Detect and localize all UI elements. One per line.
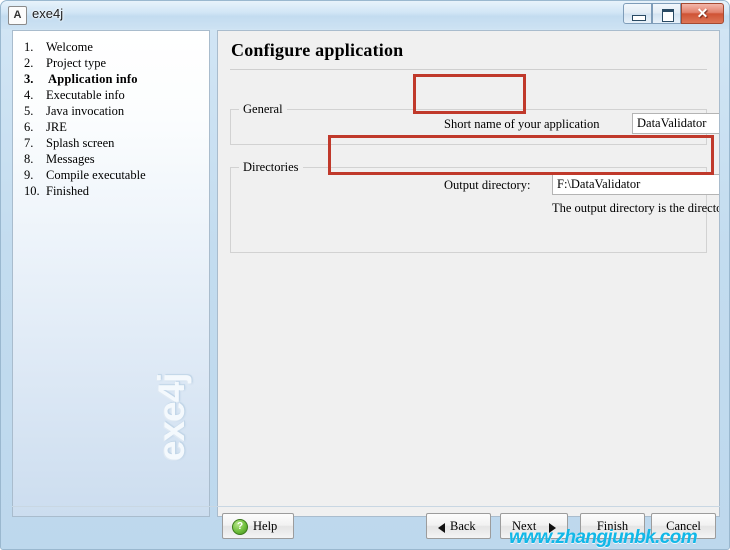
step-label: Splash screen bbox=[46, 136, 115, 150]
sidebar-item-project-type[interactable]: 2. Project type bbox=[24, 55, 204, 71]
output-directory-hint: The output directory is the directory wh… bbox=[552, 201, 719, 215]
help-button-label: Help bbox=[253, 519, 278, 533]
step-number: 8. bbox=[24, 152, 34, 166]
output-directory-input[interactable]: F:\DataValidator bbox=[552, 174, 719, 195]
sidebar-item-welcome[interactable]: 1. Welcome bbox=[24, 39, 204, 55]
maximize-icon bbox=[662, 9, 674, 22]
page-title: Configure application bbox=[231, 40, 404, 60]
step-number: 3. bbox=[24, 72, 34, 86]
step-number: 1. bbox=[24, 40, 34, 54]
maximize-button[interactable] bbox=[652, 3, 681, 24]
window-title: exe4j bbox=[32, 6, 64, 21]
arrow-left-icon bbox=[438, 523, 445, 533]
short-name-label: Short name of your application bbox=[444, 117, 600, 131]
minimize-icon bbox=[632, 15, 646, 21]
title-divider bbox=[230, 69, 707, 70]
help-button[interactable]: ? Help bbox=[222, 513, 294, 539]
step-number: 6. bbox=[24, 120, 34, 134]
step-number: 7. bbox=[24, 136, 34, 150]
sidebar-item-finished[interactable]: 10. Finished bbox=[24, 183, 204, 199]
step-label: Welcome bbox=[46, 40, 93, 54]
buttonbar-divider bbox=[12, 506, 720, 507]
sidebar-item-application-info[interactable]: 3. Application info bbox=[24, 71, 204, 87]
step-number: 5. bbox=[24, 104, 34, 118]
sidebar-item-java-invocation[interactable]: 5. Java invocation bbox=[24, 103, 204, 119]
site-watermark: www.zhangjunbk.com bbox=[509, 527, 698, 548]
output-directory-label: Output directory: bbox=[444, 178, 531, 192]
sidebar-item-splash-screen[interactable]: 7. Splash screen bbox=[24, 135, 204, 151]
step-label: JRE bbox=[46, 120, 67, 134]
exe4j-wizard-window: A exe4j ✕ 1. Welcome 2. Project type 3. … bbox=[0, 0, 730, 550]
step-number: 4. bbox=[24, 88, 34, 102]
step-label: Executable info bbox=[46, 88, 125, 102]
step-label: Finished bbox=[46, 184, 90, 198]
back-button-label: Back bbox=[450, 519, 476, 533]
general-group-label: General bbox=[239, 102, 287, 117]
short-name-input[interactable]: DataValidator bbox=[632, 113, 719, 134]
close-button[interactable]: ✕ bbox=[681, 3, 724, 24]
sidebar-item-jre[interactable]: 6. JRE bbox=[24, 119, 204, 135]
sidebar-item-messages[interactable]: 8. Messages bbox=[24, 151, 204, 167]
step-label: Messages bbox=[46, 152, 95, 166]
window-titlebar: A exe4j ✕ bbox=[1, 1, 729, 29]
step-label: Project type bbox=[46, 56, 107, 70]
step-number: 10. bbox=[24, 184, 40, 198]
directories-group-label: Directories bbox=[239, 160, 303, 175]
step-label: Java invocation bbox=[46, 104, 125, 118]
step-number: 9. bbox=[24, 168, 34, 182]
help-icon: ? bbox=[232, 519, 248, 535]
minimize-button[interactable] bbox=[623, 3, 652, 24]
wizard-content-panel: Configure application General Short name… bbox=[217, 30, 720, 517]
wizard-step-list: 1. Welcome 2. Project type 3. Applicatio… bbox=[24, 39, 204, 199]
wizard-step-sidebar: 1. Welcome 2. Project type 3. Applicatio… bbox=[12, 30, 210, 517]
back-button[interactable]: Back bbox=[426, 513, 491, 539]
sidebar-item-executable-info[interactable]: 4. Executable info bbox=[24, 87, 204, 103]
step-label: Compile executable bbox=[46, 168, 146, 182]
sidebar-item-compile-executable[interactable]: 9. Compile executable bbox=[24, 167, 204, 183]
close-icon: ✕ bbox=[696, 5, 709, 21]
step-label: Application info bbox=[48, 72, 138, 86]
app-icon: A bbox=[8, 6, 27, 25]
step-number: 2. bbox=[24, 56, 34, 70]
exe4j-logo-watermark: exe4j bbox=[151, 373, 192, 461]
